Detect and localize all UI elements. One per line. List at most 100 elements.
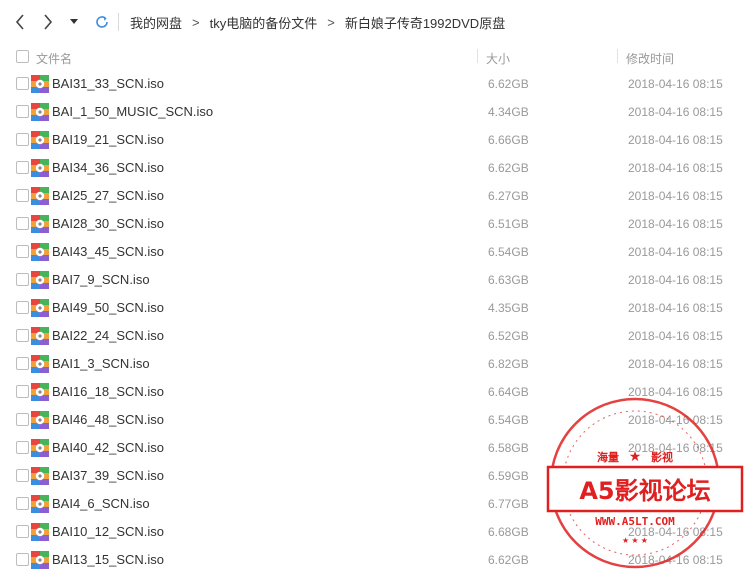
chevron-left-icon — [15, 14, 24, 30]
file-checkbox[interactable] — [16, 77, 29, 90]
select-all-checkbox[interactable] — [16, 50, 29, 63]
column-header-name[interactable]: 文件名 — [36, 50, 72, 67]
iso-file-icon — [31, 495, 49, 513]
file-row[interactable]: BAI22_24_SCN.iso 6.52GB 2018-04-16 08:15 — [0, 322, 750, 350]
file-size: 6.58GB — [488, 441, 529, 455]
file-row[interactable]: BAI13_15_SCN.iso 6.62GB 2018-04-16 08:15 — [0, 546, 750, 574]
file-checkbox[interactable] — [16, 161, 29, 174]
file-name[interactable]: BAI37_39_SCN.iso — [52, 468, 164, 483]
breadcrumb-item-backup[interactable]: tky电脑的备份文件 — [210, 13, 318, 32]
history-dropdown-button[interactable] — [64, 10, 84, 34]
iso-file-icon — [31, 383, 49, 401]
column-header-size[interactable]: 大小 — [486, 50, 510, 67]
file-name[interactable]: BAI46_48_SCN.iso — [52, 412, 164, 427]
file-modified-date: 2018-04-16 08:15 — [628, 553, 723, 567]
file-row[interactable]: BAI19_21_SCN.iso 6.66GB 2018-04-16 08:15 — [0, 126, 750, 154]
file-size: 6.64GB — [488, 385, 529, 399]
file-modified-date: 2018-04-16 08:15 — [628, 469, 723, 483]
breadcrumb-item-current[interactable]: 新白娘子传奇1992DVD原盘 — [345, 13, 505, 32]
file-row[interactable]: BAI31_33_SCN.iso 6.62GB 2018-04-16 08:15 — [0, 70, 750, 98]
file-name[interactable]: BAI28_30_SCN.iso — [52, 216, 164, 231]
file-name[interactable]: BAI22_24_SCN.iso — [52, 328, 164, 343]
file-name[interactable]: BAI40_42_SCN.iso — [52, 440, 164, 455]
iso-file-icon — [31, 243, 49, 261]
file-row[interactable]: BAI10_12_SCN.iso 6.68GB 2018-04-16 08:15 — [0, 518, 750, 546]
file-row[interactable]: BAI46_48_SCN.iso 6.54GB 2018-04-16 08:15 — [0, 406, 750, 434]
file-modified-date: 2018-04-16 08:15 — [628, 273, 723, 287]
iso-file-icon — [31, 187, 49, 205]
column-header-date[interactable]: 修改时间 — [626, 50, 674, 67]
file-row[interactable]: BAI7_9_SCN.iso 6.63GB 2018-04-16 08:15 — [0, 266, 750, 294]
file-checkbox[interactable] — [16, 413, 29, 426]
breadcrumb: 我的网盘 > tky电脑的备份文件 > 新白娘子传奇1992DVD原盘 — [130, 13, 505, 31]
file-checkbox[interactable] — [16, 357, 29, 370]
file-size: 6.62GB — [488, 77, 529, 91]
file-name[interactable]: BAI4_6_SCN.iso — [52, 496, 150, 511]
file-checkbox[interactable] — [16, 553, 29, 566]
file-name[interactable]: BAI49_50_SCN.iso — [52, 300, 164, 315]
file-size: 6.54GB — [488, 413, 529, 427]
file-checkbox[interactable] — [16, 189, 29, 202]
file-checkbox[interactable] — [16, 105, 29, 118]
file-name[interactable]: BAI16_18_SCN.iso — [52, 384, 164, 399]
file-row[interactable]: BAI16_18_SCN.iso 6.64GB 2018-04-16 08:15 — [0, 378, 750, 406]
file-name[interactable]: BAI31_33_SCN.iso — [52, 76, 164, 91]
file-name[interactable]: BAI43_45_SCN.iso — [52, 244, 164, 259]
file-checkbox[interactable] — [16, 385, 29, 398]
chevron-right-icon — [44, 14, 53, 30]
file-checkbox[interactable] — [16, 217, 29, 230]
file-modified-date: 2018-04-16 08:15 — [628, 77, 723, 91]
file-name[interactable]: BAI7_9_SCN.iso — [52, 272, 150, 287]
breadcrumb-item-root[interactable]: 我的网盘 — [130, 13, 182, 32]
file-row[interactable]: BAI1_3_SCN.iso 6.82GB 2018-04-16 08:15 — [0, 350, 750, 378]
file-row[interactable]: BAI28_30_SCN.iso 6.51GB 2018-04-16 08:15 — [0, 210, 750, 238]
file-row[interactable]: BAI4_6_SCN.iso 6.77GB 2018-04-16 08:15 — [0, 490, 750, 518]
column-divider[interactable] — [477, 49, 478, 63]
forward-button[interactable] — [38, 10, 58, 34]
iso-file-icon — [31, 355, 49, 373]
file-row[interactable]: BAI40_42_SCN.iso 6.58GB 2018-04-16 08:15 — [0, 434, 750, 462]
file-checkbox[interactable] — [16, 301, 29, 314]
file-size: 6.54GB — [488, 245, 529, 259]
refresh-button[interactable] — [92, 10, 112, 34]
file-modified-date: 2018-04-16 08:15 — [628, 217, 723, 231]
file-size: 6.62GB — [488, 553, 529, 567]
file-modified-date: 2018-04-16 08:15 — [628, 301, 723, 315]
caret-down-icon — [70, 19, 78, 24]
back-button[interactable] — [10, 10, 30, 34]
file-name[interactable]: BAI10_12_SCN.iso — [52, 524, 164, 539]
file-checkbox[interactable] — [16, 497, 29, 510]
file-checkbox[interactable] — [16, 273, 29, 286]
file-size: 6.51GB — [488, 217, 529, 231]
file-name[interactable]: BAI13_15_SCN.iso — [52, 552, 164, 567]
file-row[interactable]: BAI25_27_SCN.iso 6.27GB 2018-04-16 08:15 — [0, 182, 750, 210]
file-modified-date: 2018-04-16 08:15 — [628, 329, 723, 343]
file-checkbox[interactable] — [16, 525, 29, 538]
file-name[interactable]: BAI_1_50_MUSIC_SCN.iso — [52, 104, 213, 119]
file-name[interactable]: BAI1_3_SCN.iso — [52, 356, 150, 371]
file-checkbox[interactable] — [16, 469, 29, 482]
file-checkbox[interactable] — [16, 245, 29, 258]
iso-file-icon — [31, 439, 49, 457]
file-modified-date: 2018-04-16 08:15 — [628, 525, 723, 539]
file-modified-date: 2018-04-16 08:15 — [628, 441, 723, 455]
file-size: 6.52GB — [488, 329, 529, 343]
file-row[interactable]: BAI43_45_SCN.iso 6.54GB 2018-04-16 08:15 — [0, 238, 750, 266]
file-checkbox[interactable] — [16, 329, 29, 342]
file-name[interactable]: BAI19_21_SCN.iso — [52, 132, 164, 147]
file-name[interactable]: BAI25_27_SCN.iso — [52, 188, 164, 203]
file-size: 6.68GB — [488, 525, 529, 539]
file-size: 6.77GB — [488, 497, 529, 511]
file-modified-date: 2018-04-16 08:15 — [628, 385, 723, 399]
file-row[interactable]: BAI_1_50_MUSIC_SCN.iso 4.34GB 2018-04-16 0… — [0, 98, 750, 126]
file-row[interactable]: BAI34_36_SCN.iso 6.62GB 2018-04-16 08:15 — [0, 154, 750, 182]
file-checkbox[interactable] — [16, 441, 29, 454]
file-checkbox[interactable] — [16, 133, 29, 146]
file-list: BAI31_33_SCN.iso 6.62GB 2018-04-16 08:15 BA… — [0, 70, 750, 574]
column-divider[interactable] — [617, 49, 618, 63]
file-row[interactable]: BAI37_39_SCN.iso 6.59GB 2018-04-16 08:15 — [0, 462, 750, 490]
file-name[interactable]: BAI34_36_SCN.iso — [52, 160, 164, 175]
file-modified-date: 2018-04-16 08:15 — [628, 357, 723, 371]
file-size: 6.63GB — [488, 273, 529, 287]
file-row[interactable]: BAI49_50_SCN.iso 4.35GB 2018-04-16 08:15 — [0, 294, 750, 322]
